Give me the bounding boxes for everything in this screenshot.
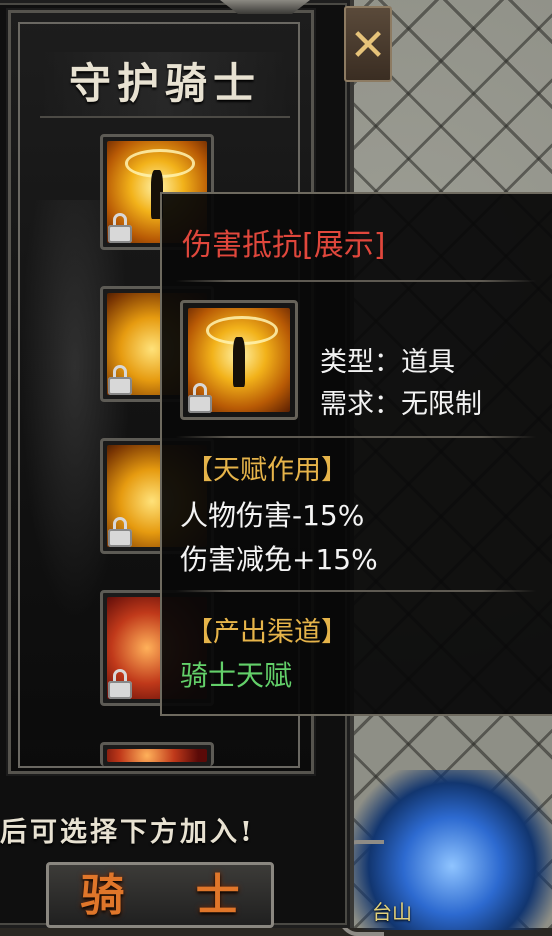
divider [176, 280, 536, 282]
lock-icon [107, 213, 133, 243]
effect-line-1: 人物伤害-15% [180, 499, 365, 532]
map-place-label: 台山 [372, 900, 412, 924]
skill-tooltip: 伤害抵抗[展示] 类型：道具 需求：无限制 【天赋作用】 人物伤害-15% 伤害… [160, 192, 552, 716]
effect-line-2: 伤害减免+15% [180, 543, 378, 576]
lock-icon [107, 517, 133, 547]
tooltip-title: 伤害抵抗[展示] [182, 228, 386, 263]
join-knight-button[interactable]: 骑 士 [46, 862, 274, 928]
background-knight-silhouette [20, 200, 130, 620]
tooltip-skill-icon [180, 300, 298, 420]
divider [176, 436, 536, 438]
skill-slot-5-partial[interactable] [100, 742, 214, 766]
panel-title: 守护骑士 [40, 52, 290, 118]
tooltip-info: 类型：道具 需求：无限制 [320, 342, 482, 426]
require-line: 需求：无限制 [320, 389, 482, 420]
lock-icon [107, 365, 133, 395]
divider [176, 590, 536, 592]
join-hint-text: 后可选择下方加入! [0, 817, 255, 848]
partial-skill-icon [107, 749, 207, 762]
lock-icon [107, 669, 133, 699]
type-line: 类型：道具 [320, 347, 455, 378]
talent-effect-header: 【天赋作用】 [186, 455, 348, 486]
lock-icon [187, 383, 213, 413]
source-text: 骑士天赋 [180, 659, 293, 692]
source-header: 【产出渠道】 [186, 617, 348, 648]
close-button[interactable]: ✕ [344, 6, 392, 82]
